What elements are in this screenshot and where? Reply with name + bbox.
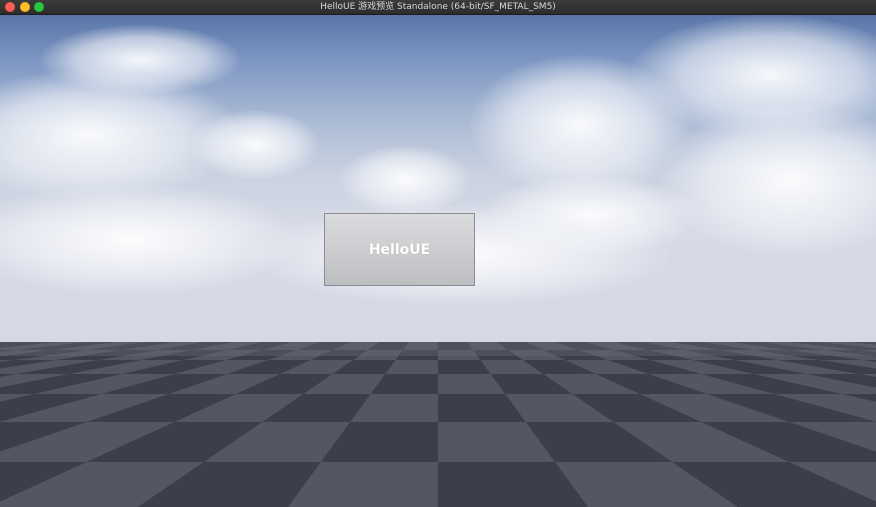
- game-window: HelloUE 游戏预览 Standalone (64-bit/SF_METAL…: [0, 0, 876, 507]
- cloud: [40, 25, 240, 95]
- hello-ue-button-label: HelloUE: [368, 241, 431, 258]
- cloud: [190, 110, 320, 180]
- window-title: HelloUE 游戏预览 Standalone (64-bit/SF_METAL…: [320, 2, 556, 12]
- horizon-haze: [0, 342, 876, 356]
- checker-floor: [0, 342, 876, 507]
- hello-ue-button[interactable]: HelloUE: [324, 213, 475, 286]
- cloud: [660, 105, 876, 255]
- sky: [0, 15, 876, 342]
- floor-grid: [0, 342, 876, 507]
- cloud: [0, 185, 300, 295]
- game-viewport[interactable]: HelloUE: [0, 15, 876, 507]
- title-bar[interactable]: HelloUE 游戏预览 Standalone (64-bit/SF_METAL…: [0, 0, 876, 15]
